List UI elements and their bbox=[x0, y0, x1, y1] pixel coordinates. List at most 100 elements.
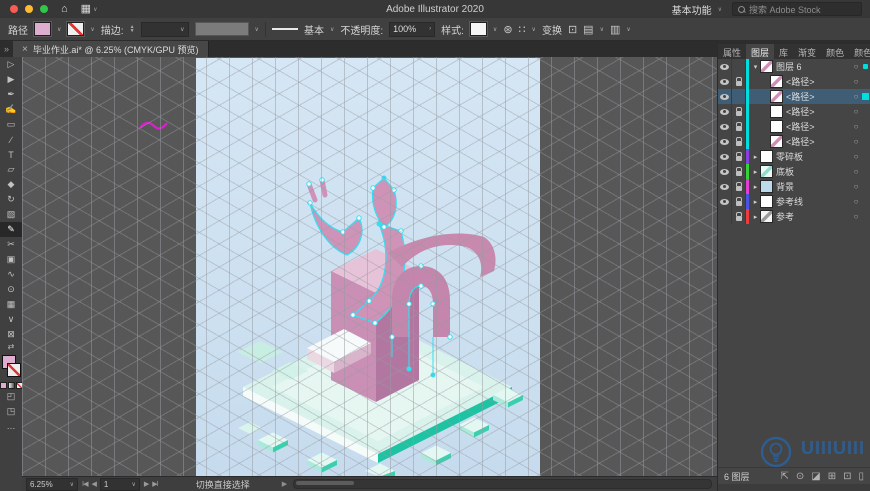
lock-toggle[interactable] bbox=[732, 59, 746, 74]
perspective-grid-tool[interactable]: ⊠ bbox=[0, 327, 22, 342]
chevron-down-icon[interactable]: ∨ bbox=[626, 26, 630, 33]
stroke-weight-stepper[interactable]: ▲ ▼ bbox=[130, 25, 135, 34]
layer-name[interactable]: <路径> bbox=[786, 120, 851, 133]
target-circle-icon[interactable]: ○ bbox=[851, 212, 861, 221]
visibility-toggle[interactable] bbox=[718, 104, 732, 119]
minimize-window-button[interactable] bbox=[25, 5, 33, 13]
stroke-color-control[interactable] bbox=[7, 363, 21, 377]
chevron-down-icon[interactable]: ∨ bbox=[330, 26, 334, 33]
horizontal-scrollbar[interactable] bbox=[293, 479, 712, 489]
visibility-toggle[interactable] bbox=[718, 59, 732, 74]
target-circle-icon[interactable]: ○ bbox=[851, 167, 861, 176]
selection-indicator[interactable] bbox=[861, 64, 870, 69]
canvas[interactable] bbox=[22, 57, 718, 477]
recolor-artwork-icon[interactable]: ⊛ bbox=[503, 23, 512, 36]
layer-name[interactable]: 参考线 bbox=[776, 195, 851, 208]
layer-thumbnail[interactable] bbox=[770, 90, 783, 103]
lock-toggle[interactable] bbox=[732, 209, 746, 224]
visibility-toggle[interactable] bbox=[718, 119, 732, 134]
layer-row[interactable]: ▸ 零碎板 ○ bbox=[718, 149, 870, 164]
close-window-button[interactable] bbox=[10, 5, 18, 13]
layer-thumbnail[interactable] bbox=[770, 105, 783, 118]
visibility-toggle[interactable] bbox=[718, 134, 732, 149]
stray-pen-mark[interactable] bbox=[139, 121, 168, 130]
target-circle-icon[interactable]: ○ bbox=[851, 122, 861, 131]
scrollbar-thumb[interactable] bbox=[296, 481, 355, 485]
layer-thumbnail[interactable] bbox=[760, 150, 773, 163]
target-circle-icon[interactable]: ○ bbox=[851, 182, 861, 191]
lock-toggle[interactable] bbox=[732, 164, 746, 179]
layer-name[interactable]: <路径> bbox=[786, 90, 851, 103]
chevron-down-icon[interactable]: ∨ bbox=[255, 26, 259, 33]
target-circle-icon[interactable]: ○ bbox=[851, 107, 861, 116]
layer-row[interactable]: ▸ 背景 ○ bbox=[718, 179, 870, 194]
chevron-down-icon[interactable]: ∨ bbox=[493, 26, 497, 33]
stepper-down-icon[interactable]: ▼ bbox=[130, 29, 135, 34]
layer-row[interactable]: <路径> ○ bbox=[718, 134, 870, 149]
layout-icon[interactable]: ▦ bbox=[81, 0, 91, 18]
stock-search-input[interactable]: 搜索 Adobe Stock bbox=[732, 2, 862, 16]
pen-tool[interactable]: ✒ bbox=[0, 87, 22, 102]
new-sublayer-icon[interactable]: ⊞ bbox=[828, 471, 836, 482]
expand-arrow-icon[interactable]: ▸ bbox=[751, 168, 760, 176]
layer-thumbnail[interactable] bbox=[770, 135, 783, 148]
lock-toggle[interactable] bbox=[732, 134, 746, 149]
lock-toggle[interactable] bbox=[732, 149, 746, 164]
target-circle-icon[interactable]: ○ bbox=[851, 77, 861, 86]
visibility-toggle[interactable] bbox=[718, 149, 732, 164]
stroke-weight-select[interactable]: ∨ bbox=[140, 21, 189, 37]
layer-row[interactable]: ▸ 参考 ○ bbox=[718, 209, 870, 224]
visibility-toggle[interactable] bbox=[718, 209, 732, 224]
type-tool[interactable]: T bbox=[0, 147, 22, 162]
lock-toggle[interactable] bbox=[732, 179, 746, 194]
lock-toggle[interactable] bbox=[732, 194, 746, 209]
rectangle-tool[interactable]: ▭ bbox=[0, 117, 22, 132]
first-artboard-icon[interactable]: Ⅰ◀ bbox=[82, 480, 89, 488]
lock-toggle[interactable] bbox=[732, 119, 746, 134]
layer-row[interactable]: <路径> ○ bbox=[718, 104, 870, 119]
layer-row[interactable]: ▸ 参考线 ○ bbox=[718, 194, 870, 209]
layer-thumbnail[interactable] bbox=[760, 195, 773, 208]
target-circle-icon[interactable]: ○ bbox=[851, 62, 861, 71]
drawing-modes-icon[interactable]: ◰ bbox=[7, 391, 16, 404]
free-transform-tool[interactable]: ▱ bbox=[0, 162, 22, 177]
target-circle-icon[interactable]: ○ bbox=[851, 92, 861, 101]
home-icon[interactable]: ⌂ bbox=[61, 0, 68, 18]
document-tab[interactable]: × 毕业作业.ai* @ 6.25% (CMYK/GPU 预览) bbox=[13, 41, 209, 57]
new-layer-icon[interactable]: ⊡ bbox=[843, 471, 851, 482]
gradient-mode-icon[interactable] bbox=[7, 382, 15, 389]
graphic-style-swatch[interactable] bbox=[469, 22, 487, 36]
panel-tab-库[interactable]: 库 bbox=[774, 44, 793, 59]
workspace-switcher[interactable]: 基本功能 ∨ bbox=[672, 2, 722, 17]
rotate-tool[interactable]: ↻ bbox=[0, 192, 22, 207]
eyedropper-tool[interactable]: ✎ bbox=[0, 222, 22, 237]
layer-thumbnail[interactable] bbox=[770, 75, 783, 88]
color-mode-icon[interactable] bbox=[0, 382, 7, 389]
swap-fill-stroke-icon[interactable]: ⇄ bbox=[8, 342, 15, 354]
layer-row[interactable]: ▸ 底板 ○ bbox=[718, 164, 870, 179]
panel-tab-颜色参[interactable]: 颜色参 bbox=[849, 44, 870, 59]
visibility-toggle[interactable] bbox=[718, 164, 732, 179]
visibility-toggle[interactable] bbox=[718, 74, 732, 89]
gradient-tool[interactable]: ▧ bbox=[0, 207, 22, 222]
screen-mode-icon[interactable]: ◳ bbox=[7, 406, 16, 419]
layer-name[interactable]: 零碎板 bbox=[776, 150, 851, 163]
fill-color-swatch[interactable] bbox=[34, 22, 51, 36]
visibility-toggle[interactable] bbox=[718, 194, 732, 209]
layer-name[interactable]: <路径> bbox=[786, 135, 851, 148]
lock-toggle[interactable] bbox=[732, 74, 746, 89]
line-segment-tool[interactable]: ∕ bbox=[0, 132, 22, 147]
direct-selection-tool[interactable]: ▷ bbox=[0, 57, 22, 72]
locate-object-icon[interactable]: ⊙ bbox=[796, 471, 804, 482]
brush-definition-label[interactable]: 基本 bbox=[304, 22, 324, 37]
zoom-window-button[interactable] bbox=[40, 5, 48, 13]
status-options-icon[interactable]: ▶ bbox=[282, 480, 287, 488]
close-tab-icon[interactable]: × bbox=[22, 44, 28, 55]
chevron-down-icon[interactable]: ∨ bbox=[532, 26, 536, 33]
target-circle-icon[interactable]: ○ bbox=[851, 197, 861, 206]
prev-artboard-icon[interactable]: ◀ bbox=[91, 480, 96, 488]
layer-name[interactable]: 图层 6 bbox=[776, 60, 851, 73]
layer-row[interactable]: <路径> ○ bbox=[718, 89, 870, 104]
width-profile-select[interactable] bbox=[194, 22, 249, 36]
lock-toggle[interactable] bbox=[732, 89, 746, 104]
